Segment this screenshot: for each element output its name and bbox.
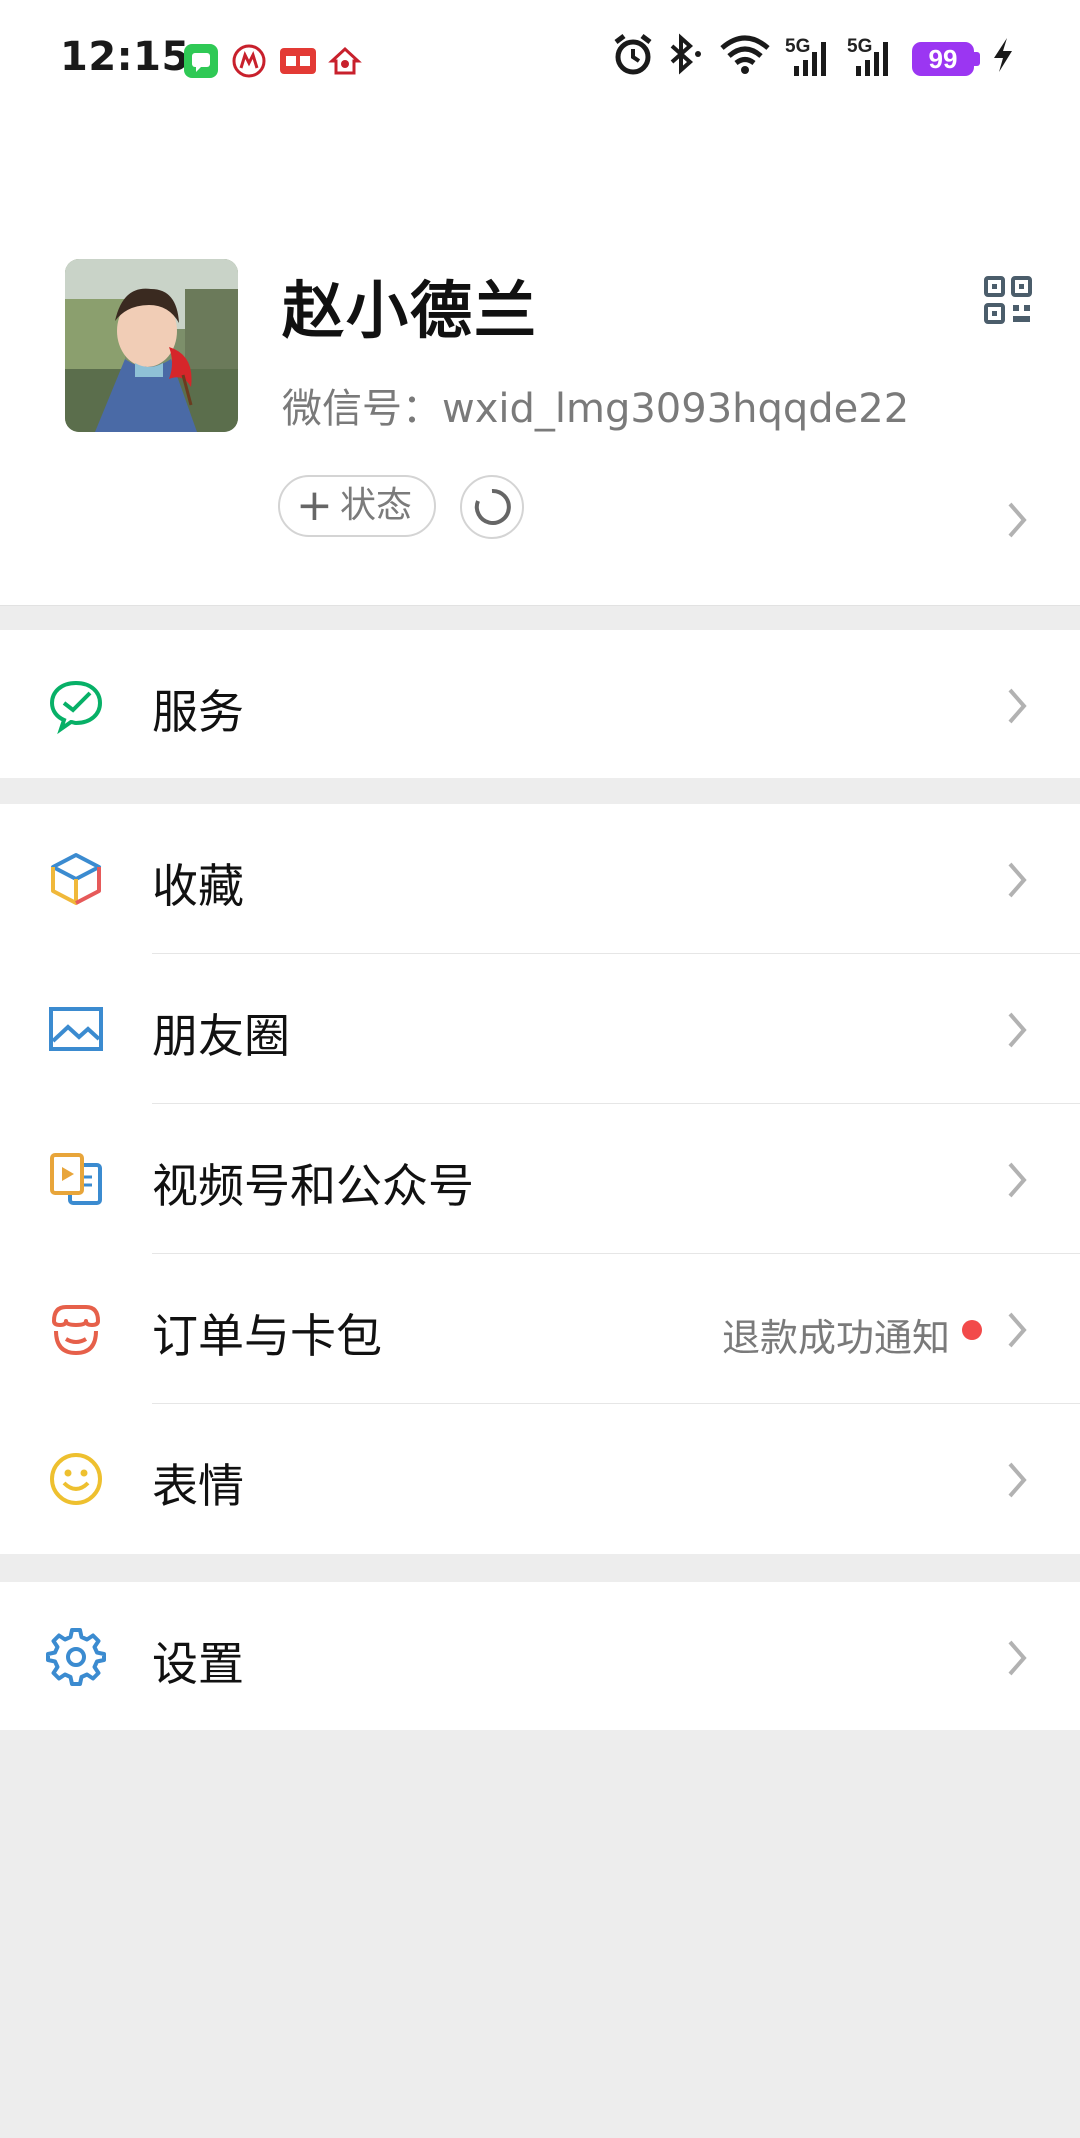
messages-app-icon — [184, 44, 218, 78]
status-bar: 12:15 5G 5G 99 — [0, 0, 1080, 118]
menu-item-services[interactable]: 服务 — [0, 630, 1080, 780]
chevron-right-icon — [1004, 684, 1030, 732]
refresh-icon — [474, 488, 511, 525]
services-icon — [46, 675, 106, 735]
chevron-right-icon — [1004, 1458, 1030, 1506]
menu-label-services: 服务 — [152, 685, 244, 739]
menu-item-stickers[interactable]: 表情 — [0, 1404, 1080, 1554]
favorites-cube-icon — [46, 849, 106, 909]
chevron-right-icon — [1004, 1158, 1030, 1206]
battery-tip — [974, 52, 980, 66]
signal-icon — [786, 32, 836, 86]
plus-icon: + — [296, 480, 333, 531]
group-settings: 设置 — [0, 1582, 1080, 1730]
notification-dot — [962, 1320, 982, 1340]
chevron-right-icon — [1004, 858, 1030, 906]
menu-item-settings[interactable]: 设置 — [0, 1582, 1080, 1732]
signal-icon — [848, 32, 898, 86]
menu-label-orders: 订单与卡包 — [152, 1309, 382, 1363]
profile-name: 赵小德兰 — [282, 274, 539, 347]
alarm-icon — [612, 32, 654, 86]
toutiao-icon — [280, 48, 316, 74]
menu-label-channels: 视频号和公众号 — [152, 1159, 474, 1213]
channels-icon — [46, 1149, 106, 1209]
chevron-right-icon — [1004, 498, 1030, 546]
smiley-icon — [46, 1449, 106, 1509]
menu-label-moments: 朋友圈 — [152, 1009, 290, 1063]
bluetooth-icon — [664, 32, 706, 86]
group-main: 收藏 朋友圈 视频号和公众号 订单与卡包 退款成功通知 表情 — [0, 804, 1080, 1554]
menu-label-favorites: 收藏 — [152, 859, 244, 913]
home-app-icon — [328, 44, 362, 78]
wechat-id-label: 微信号： — [282, 386, 442, 432]
battery-level: 99 — [912, 42, 974, 76]
chevron-right-icon — [1004, 1308, 1030, 1356]
menu-label-stickers: 表情 — [152, 1459, 244, 1513]
wechat-id-value: wxid_lmg3093hqqde22 — [442, 386, 910, 432]
wechat-id[interactable]: 微信号：wxid_lmg3093hqqde22 — [282, 376, 909, 434]
avatar[interactable] — [65, 259, 238, 432]
profile-header[interactable]: 赵小德兰 微信号：wxid_lmg3093hqqde22 + 状态 — [0, 118, 1080, 606]
chevron-right-icon — [1004, 1008, 1030, 1056]
chevron-right-icon — [1004, 1636, 1030, 1684]
status-time: 12:15 — [60, 34, 190, 80]
charging-icon — [988, 32, 1018, 86]
refresh-status-button[interactable] — [460, 475, 524, 539]
moments-photo-icon — [46, 999, 106, 1059]
qr-code-icon[interactable] — [984, 276, 1032, 324]
add-status-label: 状态 — [340, 485, 413, 526]
wifi-icon — [718, 32, 772, 86]
add-status-button[interactable]: + 状态 — [278, 475, 436, 537]
menu-item-favorites[interactable]: 收藏 — [0, 804, 1080, 954]
gear-icon — [46, 1627, 106, 1687]
menu-item-channels[interactable]: 视频号和公众号 — [0, 1104, 1080, 1254]
refund-notification-text: 退款成功通知 — [721, 1316, 950, 1360]
menu-label-settings: 设置 — [152, 1637, 244, 1691]
cmb-bank-icon — [232, 44, 266, 78]
group-services: 服务 — [0, 630, 1080, 778]
orders-wallet-icon — [46, 1299, 106, 1359]
menu-item-orders[interactable]: 订单与卡包 退款成功通知 — [0, 1254, 1080, 1404]
menu-item-moments[interactable]: 朋友圈 — [0, 954, 1080, 1104]
